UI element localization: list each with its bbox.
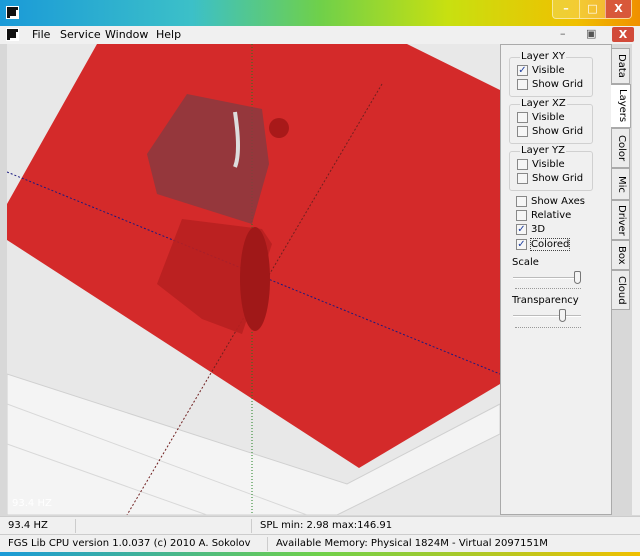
checkbox-label: Show Grid [532,79,584,90]
slider-thumb[interactable] [558,309,566,322]
transparency-label: Transparency [512,295,579,306]
check-icon: ✓ [517,65,528,76]
close-button[interactable]: X [605,0,631,18]
tab-data[interactable]: Data [612,48,630,84]
checkbox-label: Colored [529,238,571,251]
relative-checkbox[interactable]: Relative [516,210,571,221]
tab-mic[interactable]: Mic [612,168,630,200]
menu-bar: File Service Window Help – ▣ X [0,26,640,44]
layer-yz-grid-checkbox[interactable]: Show Grid [517,173,583,184]
slider-thumb[interactable] [574,271,581,284]
checkbox-label: Show Grid [532,126,584,137]
checkbox-label: Visible [532,65,565,76]
status-bar-bottom: FGS Lib CPU version 1.0.037 (c) 2010 A. … [0,534,640,552]
app-icon [6,6,19,19]
menu-window[interactable]: Window [105,28,148,41]
status-memory: Available Memory: Physical 1824M - Virtu… [276,538,548,549]
checkbox-label: 3D [531,224,546,235]
checkbox-label: Show Grid [532,173,584,184]
status-empty [76,519,252,533]
tab-layers[interactable]: Layers [611,84,631,128]
settings-panel: Layer XY ✓ Visible Show Grid Layer XZ Vis… [500,44,612,515]
3d-checkbox[interactable]: ✓ 3D [516,224,545,235]
status-bar-top: 93.4 HZ SPL min: 2.98 max:146.91 [0,516,640,534]
menu-file[interactable]: File [32,28,50,41]
slider-ticks [515,327,581,328]
title-bar: – □ X [0,0,640,26]
layer-xy-grid-checkbox[interactable]: Show Grid [517,79,583,90]
tab-box[interactable]: Box [612,240,630,270]
status-spl: SPL min: 2.98 max:146.91 [260,520,393,531]
mdi-minimize-button[interactable]: – [560,27,566,40]
colored-checkbox[interactable]: ✓ Colored [516,238,571,251]
layer-xy-group: Layer XY ✓ Visible Show Grid [509,51,593,97]
document-icon[interactable] [6,28,19,41]
minimize-button[interactable]: – [553,0,579,18]
tab-driver[interactable]: Driver [612,200,630,240]
mdi-restore-button[interactable]: ▣ [586,27,596,40]
tab-strip: Data Layers Color Mic Driver Box Cloud [611,44,632,515]
tab-color[interactable]: Color [612,128,630,168]
scale-label: Scale [512,257,539,268]
checkbox-label: Show Axes [531,196,585,207]
checkbox-label: Relative [531,210,572,221]
panel-edge [632,44,640,515]
check-icon: ✓ [516,239,527,250]
status-version: FGS Lib CPU version 1.0.037 (c) 2010 A. … [0,537,268,551]
menu-service[interactable]: Service [60,28,101,41]
group-title: Layer XY [520,51,567,62]
layer-yz-group: Layer YZ Visible Show Grid [509,145,593,191]
layer-xz-group: Layer XZ Visible Show Grid [509,98,593,144]
group-title: Layer XZ [520,98,567,109]
3d-viewport[interactable]: 93.4 HZ [7,44,500,515]
layer-xy-visible-checkbox[interactable]: ✓ Visible [517,65,565,76]
group-title: Layer YZ [520,145,567,156]
layer-xz-grid-checkbox[interactable]: Show Grid [517,126,583,137]
tab-cloud[interactable]: Cloud [612,270,630,310]
checkbox-label: Visible [532,112,565,123]
checkbox-label: Visible [532,159,565,170]
slider-ticks [515,288,581,289]
scene-canvas: 93.4 HZ [7,44,500,515]
layer-xz-visible-checkbox[interactable]: Visible [517,112,565,123]
status-fps: 93.4 HZ [0,519,76,533]
fps-overlay: 93.4 HZ [12,498,52,509]
check-icon: ✓ [516,224,527,235]
mdi-close-button[interactable]: X [612,27,634,42]
show-axes-checkbox[interactable]: Show Axes [516,196,585,207]
window-frame-bottom [0,552,640,556]
scale-slider[interactable] [513,271,581,284]
transparency-slider[interactable] [513,309,581,322]
layer-yz-visible-checkbox[interactable]: Visible [517,159,565,170]
maximize-button[interactable]: □ [579,0,605,18]
menu-help[interactable]: Help [156,28,181,41]
